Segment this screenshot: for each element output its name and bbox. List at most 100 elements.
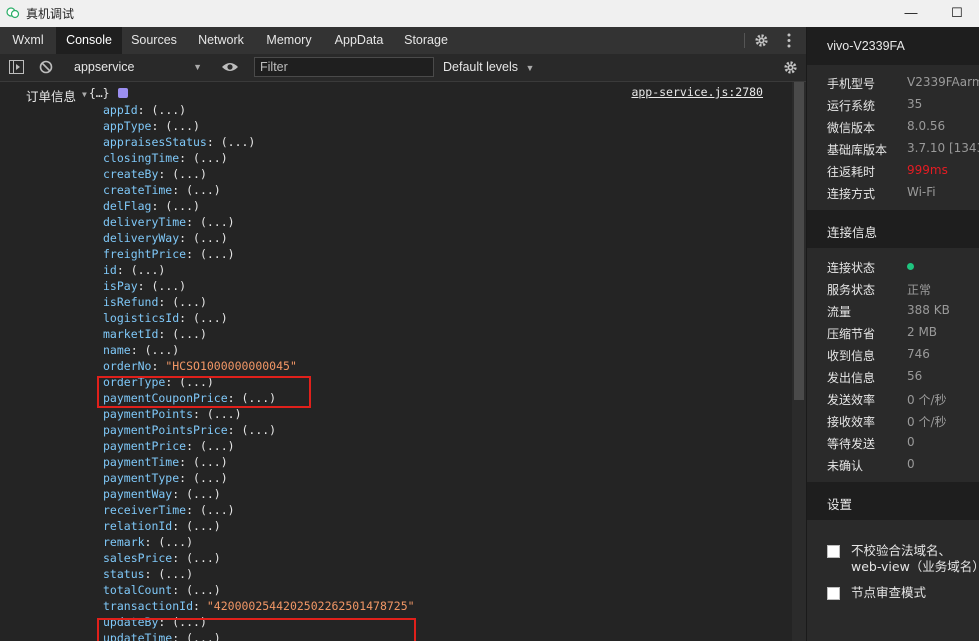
property-key: appId (103, 103, 138, 117)
tab-console[interactable]: Console (56, 27, 122, 54)
property-row[interactable]: paymentTime: (...) (103, 454, 228, 470)
toggle-sidebar-icon[interactable] (9, 60, 24, 74)
more-options-icon[interactable] (786, 33, 792, 48)
connection-info-value: 0 (907, 457, 915, 471)
live-expression-eye-icon[interactable] (221, 61, 239, 73)
property-value[interactable]: (...) (172, 327, 207, 341)
property-row[interactable]: isRefund: (...) (103, 294, 207, 310)
console-settings-gear-icon[interactable] (783, 60, 798, 75)
tab-storage[interactable]: Storage (398, 27, 454, 54)
property-row[interactable]: appId: (...) (103, 102, 186, 118)
property-row[interactable]: createBy: (...) (103, 166, 207, 182)
property-row[interactable]: freightPrice: (...) (103, 246, 235, 262)
property-row[interactable]: paymentPrice: (...) (103, 438, 235, 454)
property-value[interactable]: (...) (221, 135, 256, 149)
property-value[interactable]: (...) (186, 183, 221, 197)
chevron-down-icon: ▼ (193, 62, 202, 72)
property-value[interactable]: (...) (165, 199, 200, 213)
property-key: paymentPrice (103, 439, 187, 453)
property-row[interactable]: receiverTime: (...) (103, 502, 235, 518)
property-row[interactable]: closingTime: (...) (103, 150, 228, 166)
property-value[interactable]: (...) (158, 567, 193, 581)
property-key: createBy (103, 167, 159, 181)
property-value[interactable]: (...) (186, 519, 221, 533)
property-value[interactable]: (...) (172, 295, 207, 309)
property-row[interactable]: transactionId: "420000254420250226250147… (103, 598, 415, 614)
highlight-box-transactionid (97, 618, 416, 641)
property-value[interactable]: (...) (186, 551, 221, 565)
setting-checkbox[interactable] (827, 545, 840, 558)
property-row[interactable]: createTime: (...) (103, 182, 221, 198)
property-row[interactable]: paymentType: (...) (103, 470, 228, 486)
property-colon: : (179, 311, 194, 325)
expand-triangle-icon[interactable]: ▼ (82, 90, 87, 99)
property-value[interactable]: (...) (193, 311, 228, 325)
property-row[interactable]: totalCount: (...) (103, 582, 221, 598)
setting-checkbox[interactable] (827, 587, 840, 600)
property-value[interactable]: (...) (165, 119, 200, 133)
scrollbar-thumb[interactable] (794, 82, 804, 400)
property-value[interactable]: (...) (158, 535, 193, 549)
property-value[interactable]: (...) (200, 215, 235, 229)
property-row[interactable]: deliveryTime: (...) (103, 214, 235, 230)
property-row[interactable]: remark: (...) (103, 534, 193, 550)
tab-network[interactable]: Network (188, 27, 254, 54)
setting-label[interactable]: 不校验合法域名、web-view（业务域名） (851, 543, 979, 575)
property-value[interactable]: (...) (193, 231, 228, 245)
minimize-button[interactable]: — (888, 0, 934, 27)
console-filter-input[interactable]: Filter (254, 57, 434, 77)
property-colon: : (227, 423, 242, 437)
property-value[interactable]: (...) (145, 343, 180, 357)
setting-label[interactable]: 节点审查模式 (851, 585, 979, 601)
property-value[interactable]: (...) (193, 151, 228, 165)
tab-appdata[interactable]: AppData (326, 27, 392, 54)
property-value[interactable]: (...) (131, 263, 166, 277)
property-row[interactable]: id: (...) (103, 262, 165, 278)
context-selector[interactable]: appservice ▼ (66, 58, 206, 77)
property-value[interactable]: (...) (200, 247, 235, 261)
tab-wxml[interactable]: Wxml (4, 27, 52, 54)
property-value[interactable]: (...) (172, 167, 207, 181)
property-row[interactable]: orderNo: "HCSO1000000000045" (103, 358, 297, 374)
property-row[interactable]: deliveryWay: (...) (103, 230, 228, 246)
property-row[interactable]: relationId: (...) (103, 518, 221, 534)
property-row[interactable]: appType: (...) (103, 118, 200, 134)
connection-info-value: 2 MB (907, 325, 938, 339)
property-value[interactable]: (...) (151, 103, 186, 117)
console-scrollbar[interactable] (792, 82, 806, 641)
property-row[interactable]: marketId: (...) (103, 326, 207, 342)
property-row[interactable]: salesPrice: (...) (103, 550, 221, 566)
property-key: createTime (103, 183, 173, 197)
property-row[interactable]: paymentPointsPrice: (...) (103, 422, 276, 438)
property-value[interactable]: (...) (241, 423, 276, 437)
property-row[interactable]: paymentPoints: (...) (103, 406, 242, 422)
device-title: vivo-V2339FA (827, 39, 905, 53)
property-value[interactable]: (...) (193, 471, 228, 485)
maximize-button[interactable]: ☐ (934, 0, 979, 27)
property-row[interactable]: isPay: (...) (103, 278, 186, 294)
tab-memory[interactable]: Memory (258, 27, 320, 54)
tab-sources[interactable]: Sources (124, 27, 184, 54)
settings-gear-icon[interactable] (754, 33, 769, 48)
property-row[interactable]: paymentWay: (...) (103, 486, 221, 502)
property-value[interactable]: (...) (207, 407, 242, 421)
property-row[interactable]: logisticsId: (...) (103, 310, 228, 326)
property-row[interactable]: delFlag: (...) (103, 198, 200, 214)
source-link[interactable]: app-service.js:2780 (631, 85, 763, 99)
property-value[interactable]: (...) (186, 487, 221, 501)
object-preview[interactable]: ▼ {…} (82, 86, 110, 100)
property-value[interactable]: (...) (186, 583, 221, 597)
connection-info-value: 388 KB (907, 303, 950, 317)
property-value[interactable]: (...) (193, 455, 228, 469)
clear-console-icon[interactable] (39, 60, 53, 74)
property-row[interactable]: name: (...) (103, 342, 179, 358)
chevron-down-icon: ▼ (525, 63, 535, 73)
log-levels-dropdown[interactable]: Default levels ▼ (443, 58, 534, 78)
property-value[interactable]: (...) (200, 439, 235, 453)
property-colon: : (179, 151, 194, 165)
property-value[interactable]: (...) (200, 503, 235, 517)
property-row[interactable]: appraisesStatus: (...) (103, 134, 255, 150)
property-value[interactable]: (...) (151, 279, 186, 293)
property-row[interactable]: status: (...) (103, 566, 193, 582)
object-info-badge-icon[interactable] (118, 88, 128, 98)
